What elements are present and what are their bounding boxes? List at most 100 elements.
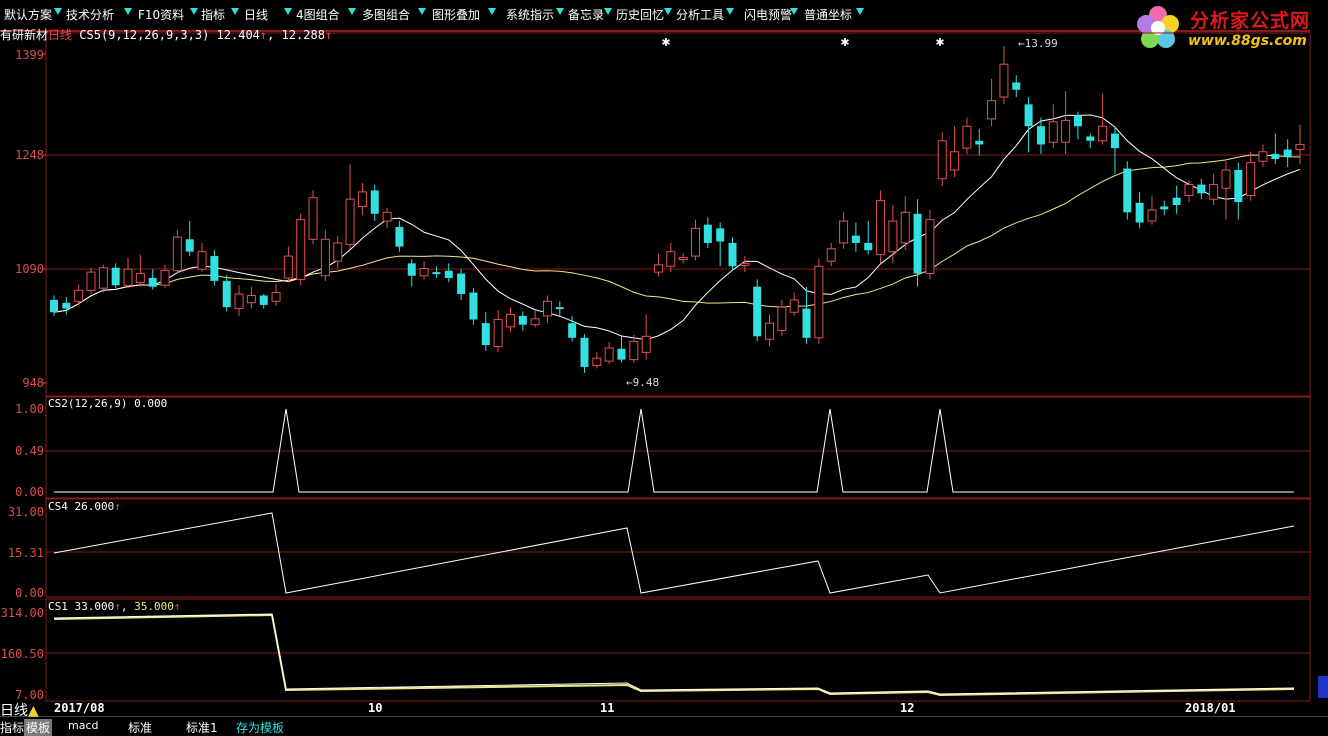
candle-body-up xyxy=(308,197,318,240)
candle-body-down xyxy=(444,270,453,278)
candle-body-up xyxy=(320,238,330,277)
period-indicator-label: 日线 xyxy=(0,703,28,719)
star-marker-icon: ✱ xyxy=(840,36,849,49)
candle-body-down xyxy=(703,224,712,243)
candle-body-down xyxy=(148,277,157,287)
low-price-marker: ←9.48 xyxy=(626,376,660,389)
candle-body-up xyxy=(666,251,676,267)
candle-body-up xyxy=(1258,151,1268,162)
candle-body-down xyxy=(617,348,626,360)
candle-body-up xyxy=(246,294,256,304)
candle-body-up xyxy=(271,292,281,302)
tab-template[interactable]: 模板 xyxy=(24,719,53,736)
candle-body-up xyxy=(1147,209,1157,222)
candle-body-up xyxy=(740,262,750,266)
y-tick-price: 1399 xyxy=(15,48,44,62)
candle-body-up xyxy=(604,347,614,362)
save-template-button[interactable]: 存为模板 xyxy=(236,719,284,736)
candle-body-down xyxy=(1110,133,1119,149)
right-scroll-marker xyxy=(1318,676,1328,698)
pane3-value: 26.000 xyxy=(74,500,115,513)
cs4-pane-frame xyxy=(45,498,1311,598)
candle-body-up xyxy=(234,293,244,310)
candle-body-down xyxy=(469,292,478,320)
star-marker-icon: ✱ xyxy=(935,36,944,49)
candle-body-up xyxy=(876,200,886,256)
y-tick-pane2: 0.49 xyxy=(15,444,44,458)
tab-indicators[interactable]: 指标 xyxy=(0,719,24,736)
candle-body-up xyxy=(925,219,935,275)
candle-body-up xyxy=(1246,162,1256,197)
candle-body-down xyxy=(1024,104,1033,127)
candle-body-up xyxy=(123,268,133,286)
candle-body-up xyxy=(86,271,96,291)
pane2-value: 0.000 xyxy=(134,397,168,410)
candle-body-down xyxy=(518,315,527,325)
candle-body-down xyxy=(864,242,873,251)
period-indicator[interactable]: 日线▲ xyxy=(0,700,39,720)
candle-body-down xyxy=(728,242,737,267)
candle-body-up xyxy=(1209,184,1219,200)
period-label: 日线 xyxy=(48,28,73,42)
candle-body-down xyxy=(1197,184,1206,194)
tab-standard-1[interactable]: 标准1 xyxy=(186,719,218,736)
candle-body-up xyxy=(987,100,997,120)
candle-body-up xyxy=(160,270,170,286)
pane4-label: CS1 33.000↑, 35.000↑ xyxy=(48,600,181,613)
stock-name: 有研新材 xyxy=(0,28,49,42)
candle-body-up xyxy=(419,267,429,277)
pane2-label: CS2(12,26,9) 0.000 xyxy=(48,397,167,410)
y-tick-pane3: 0.00 xyxy=(15,586,44,600)
y-tick-pane4: 160.50 xyxy=(0,647,44,661)
candle-body-down xyxy=(222,280,231,308)
candle-body-up xyxy=(900,211,910,244)
candle-body-down xyxy=(1036,126,1045,145)
candle-body-up xyxy=(691,227,701,257)
candle-body-down xyxy=(1283,149,1292,157)
candle-body-down xyxy=(568,323,577,338)
candle-body-up xyxy=(1184,184,1194,197)
candle-body-up xyxy=(777,306,787,331)
pane3-label: CS4 26.000↑ xyxy=(48,500,121,513)
candle-body-up xyxy=(1221,169,1231,189)
bottom-tabbar: 日线▲ 指标 模板 macd 标准 标准1 存为模板 xyxy=(0,703,1328,736)
stock-chart[interactable]: ✱ ✱ ✱ xyxy=(0,0,1328,716)
up-arrow-icon: ↑ xyxy=(324,28,333,42)
candle-body-up xyxy=(542,300,552,317)
candle-body-down xyxy=(1271,153,1280,160)
cs2-pane-frame xyxy=(45,396,1311,499)
candle-body-down xyxy=(50,299,58,313)
candle-body-down xyxy=(555,307,564,310)
candle-body-up xyxy=(197,251,207,270)
candle-body-down xyxy=(1160,206,1169,210)
candle-body-down xyxy=(1073,115,1082,127)
indicator-value-1: 12.404 xyxy=(216,28,260,42)
candle-body-up xyxy=(950,151,960,171)
pane4-value-1: 33.000 xyxy=(74,600,115,613)
indicator-text: CS5(9,12,26,9,3,3) xyxy=(79,28,210,42)
y-tick-pane3: 31.00 xyxy=(7,505,44,519)
candle-body-up xyxy=(1048,121,1058,143)
candle-body-down xyxy=(185,239,194,252)
candle-body-up xyxy=(283,255,293,279)
candle-body-up xyxy=(1061,119,1071,143)
candle-body-up xyxy=(296,219,306,280)
candle-body-down xyxy=(395,226,404,247)
candle-body-down xyxy=(111,267,120,286)
tab-macd[interactable]: macd xyxy=(68,719,99,732)
y-tick-price: 1248 xyxy=(15,148,44,162)
high-price-label: 13.99 xyxy=(1024,37,1058,50)
candle-body-up xyxy=(1098,125,1108,142)
candle-body-up xyxy=(345,198,355,245)
candle-body-up xyxy=(765,322,775,340)
x-tick-label: 2017/08 xyxy=(54,701,105,715)
y-tick-price: 1090 xyxy=(15,262,44,276)
candle-body-up xyxy=(333,242,343,262)
candle-body-down xyxy=(432,272,441,275)
candle-body-up xyxy=(629,340,639,361)
candle-body-up xyxy=(937,140,947,180)
pane4-title: CS1 xyxy=(48,600,68,613)
candle-body-down xyxy=(975,140,984,145)
candle-body-down xyxy=(407,263,416,276)
tab-standard[interactable]: 标准 xyxy=(128,719,152,736)
